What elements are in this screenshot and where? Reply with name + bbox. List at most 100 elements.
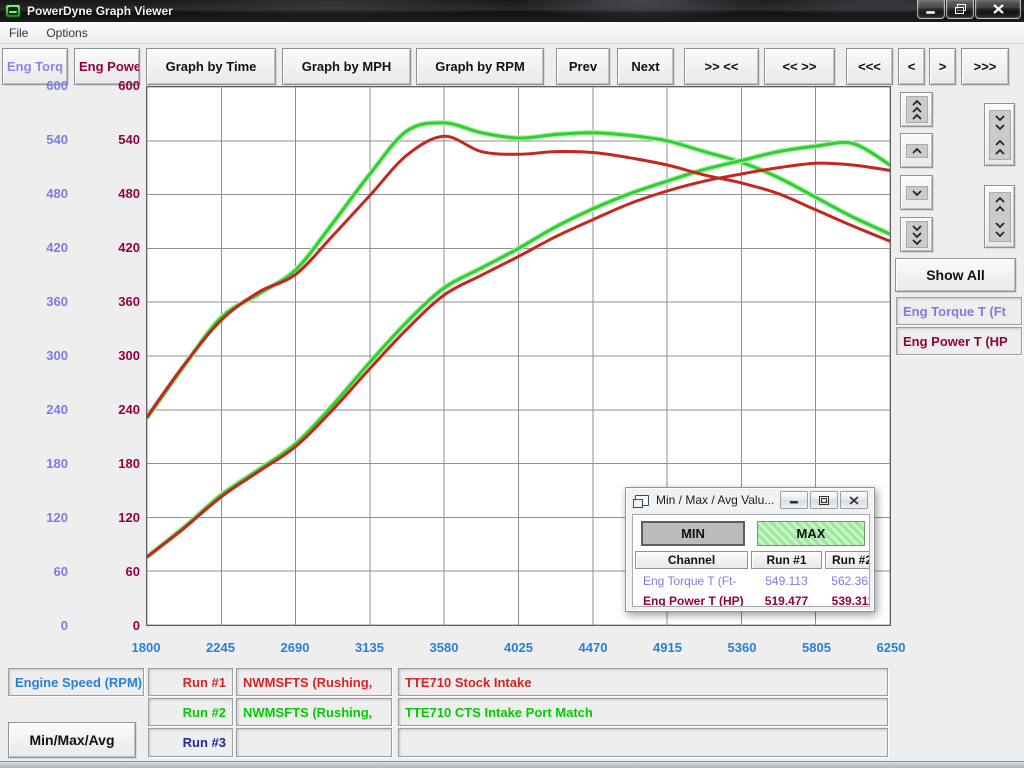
window-bottom-frame (0, 761, 1024, 768)
axis-tick-label: 4470 (563, 640, 623, 656)
menu-file[interactable]: File (0, 24, 37, 42)
axis-tick-label: 4915 (638, 640, 698, 656)
axis-tick-label: 3580 (414, 640, 474, 656)
show-all-button[interactable]: Show All (895, 258, 1016, 292)
axis-tick-label: 2245 (191, 640, 251, 656)
window-title: PowerDyne Graph Viewer (27, 4, 173, 18)
x-zoom-in-button[interactable]: >> << (684, 48, 759, 85)
axis-tick-label: 0 (18, 618, 68, 634)
minmax-col-run1: Run #1 (751, 551, 822, 569)
run3-label: Run #3 (148, 728, 233, 757)
axis-tick-label: 5805 (787, 640, 847, 656)
minmax-torque-run1-value: 549.113 (751, 574, 822, 588)
axis-tick-label: 4025 (489, 640, 549, 656)
minmax-power-run2-value: 539.311 (825, 594, 870, 607)
triple-chevron-down-icon (906, 221, 928, 248)
graph-by-rpm-button[interactable]: Graph by RPM (416, 48, 544, 85)
graph-by-mph-button[interactable]: Graph by MPH (282, 48, 411, 85)
pan-left-button[interactable]: < (898, 48, 925, 85)
minmax-close-button[interactable] (840, 491, 868, 509)
minmax-window: Min / Max / Avg Valu... MIN MAX Channel … (625, 487, 875, 612)
minmax-avg-button[interactable]: Min/Max/Avg (8, 722, 136, 758)
minmax-window-icon (635, 495, 649, 506)
y-scroll-down-button[interactable] (900, 175, 933, 210)
axis-tick-label: 600 (90, 78, 140, 94)
axis-tick-label: 120 (18, 510, 68, 526)
axis-tick-label: 0 (90, 618, 140, 634)
axis-tick-label: 540 (90, 132, 140, 148)
torque-channel-label: Eng Torque T (Ft (896, 297, 1022, 325)
menu-bar: File Options (0, 22, 1024, 44)
axis-tick-label: 420 (18, 240, 68, 256)
chevron-up-icon (906, 144, 928, 158)
chevron-down-icon (906, 186, 928, 200)
axis-tick-label: 120 (90, 510, 140, 526)
minimize-button[interactable] (917, 0, 945, 19)
next-button[interactable]: Next (617, 48, 674, 85)
run3-operator-field[interactable] (236, 728, 392, 757)
minmax-col-channel: Channel (635, 551, 748, 569)
minmax-torque-channel: Eng Torque T (Ft- (643, 574, 736, 588)
minmax-power-channel: Eng Power T (HP) (643, 594, 744, 607)
triple-chevron-up-icon (906, 96, 928, 123)
prev-button[interactable]: Prev (556, 48, 610, 85)
axis-tick-label: 300 (18, 348, 68, 364)
menu-options[interactable]: Options (37, 24, 96, 42)
x-axis-channel-label: Engine Speed (RPM) (8, 668, 144, 696)
run2-label: Run #2 (148, 698, 233, 726)
minmax-window-title: Min / Max / Avg Valu... (656, 493, 774, 507)
pan-right-button[interactable]: > (929, 48, 956, 85)
axis-tick-label: 2690 (265, 640, 325, 656)
minmax-restore-button[interactable] (810, 491, 838, 509)
x-zoom-out-button[interactable]: << >> (764, 48, 835, 85)
run1-label: Run #1 (148, 668, 233, 696)
power-channel-label: Eng Power T (HP (896, 327, 1022, 355)
axis-tick-label: 180 (90, 456, 140, 472)
y-scroll-up-fast-button[interactable] (900, 92, 933, 127)
axis-tick-label: 480 (18, 186, 68, 202)
minmax-torque-run2-value: 562.362 (825, 574, 870, 588)
minmax-power-run1-value: 519.477 (751, 594, 822, 607)
axis-tick-label: 360 (18, 294, 68, 310)
run1-description-field[interactable]: TTE710 Stock Intake (398, 668, 888, 696)
minmax-minimize-button[interactable] (780, 491, 808, 509)
minmax-col-run2: Run #2 (825, 551, 870, 569)
run1-operator-field[interactable]: NWMSFTS (Rushing, (236, 668, 392, 696)
minmax-window-body: MIN MAX Channel Run #1 Run #2 Eng Torque… (632, 514, 870, 607)
run3-description-field[interactable] (398, 728, 888, 757)
axis-tick-label: 3135 (340, 640, 400, 656)
title-bar[interactable]: PowerDyne Graph Viewer (0, 0, 1024, 22)
app-icon (5, 4, 21, 18)
y-scroll-down-fast-button[interactable] (900, 217, 933, 252)
pan-right-fast-button[interactable]: >>> (961, 48, 1009, 85)
axis-tick-label: 540 (18, 132, 68, 148)
axis-tick-label: 6250 (861, 640, 921, 656)
chevrons-converge-icon (989, 110, 1011, 160)
axis-tick-label: 240 (90, 402, 140, 418)
minmax-window-titlebar[interactable]: Min / Max / Avg Valu... (626, 488, 874, 512)
y-zoom-out-button[interactable] (984, 185, 1015, 248)
run2-operator-field[interactable]: NWMSFTS (Rushing, (236, 698, 392, 726)
axis-tick-label: 240 (18, 402, 68, 418)
axis-tick-label: 600 (18, 78, 68, 94)
graph-by-time-button[interactable]: Graph by Time (146, 48, 276, 85)
axis-tick-label: 360 (90, 294, 140, 310)
axis-tick-label: 420 (90, 240, 140, 256)
close-button[interactable] (975, 0, 1021, 19)
powerdyne-window: PowerDyne Graph Viewer File Options Eng … (0, 0, 1024, 768)
y-scroll-up-button[interactable] (900, 133, 933, 168)
axis-tick-label: 1800 (116, 640, 176, 656)
axis-tick-label: 180 (18, 456, 68, 472)
chevrons-diverge-icon (989, 192, 1011, 242)
axis-tick-label: 60 (18, 564, 68, 580)
maximize-button[interactable] (946, 0, 974, 19)
axis-tick-label: 300 (90, 348, 140, 364)
axis-tick-label: 5360 (712, 640, 772, 656)
axis-tick-label: 480 (90, 186, 140, 202)
min-button[interactable]: MIN (641, 521, 745, 546)
axis-tick-label: 60 (90, 564, 140, 580)
max-button[interactable]: MAX (757, 521, 865, 546)
run2-description-field[interactable]: TTE710 CTS Intake Port Match (398, 698, 888, 726)
y-zoom-in-button[interactable] (984, 103, 1015, 166)
pan-left-fast-button[interactable]: <<< (846, 48, 893, 85)
